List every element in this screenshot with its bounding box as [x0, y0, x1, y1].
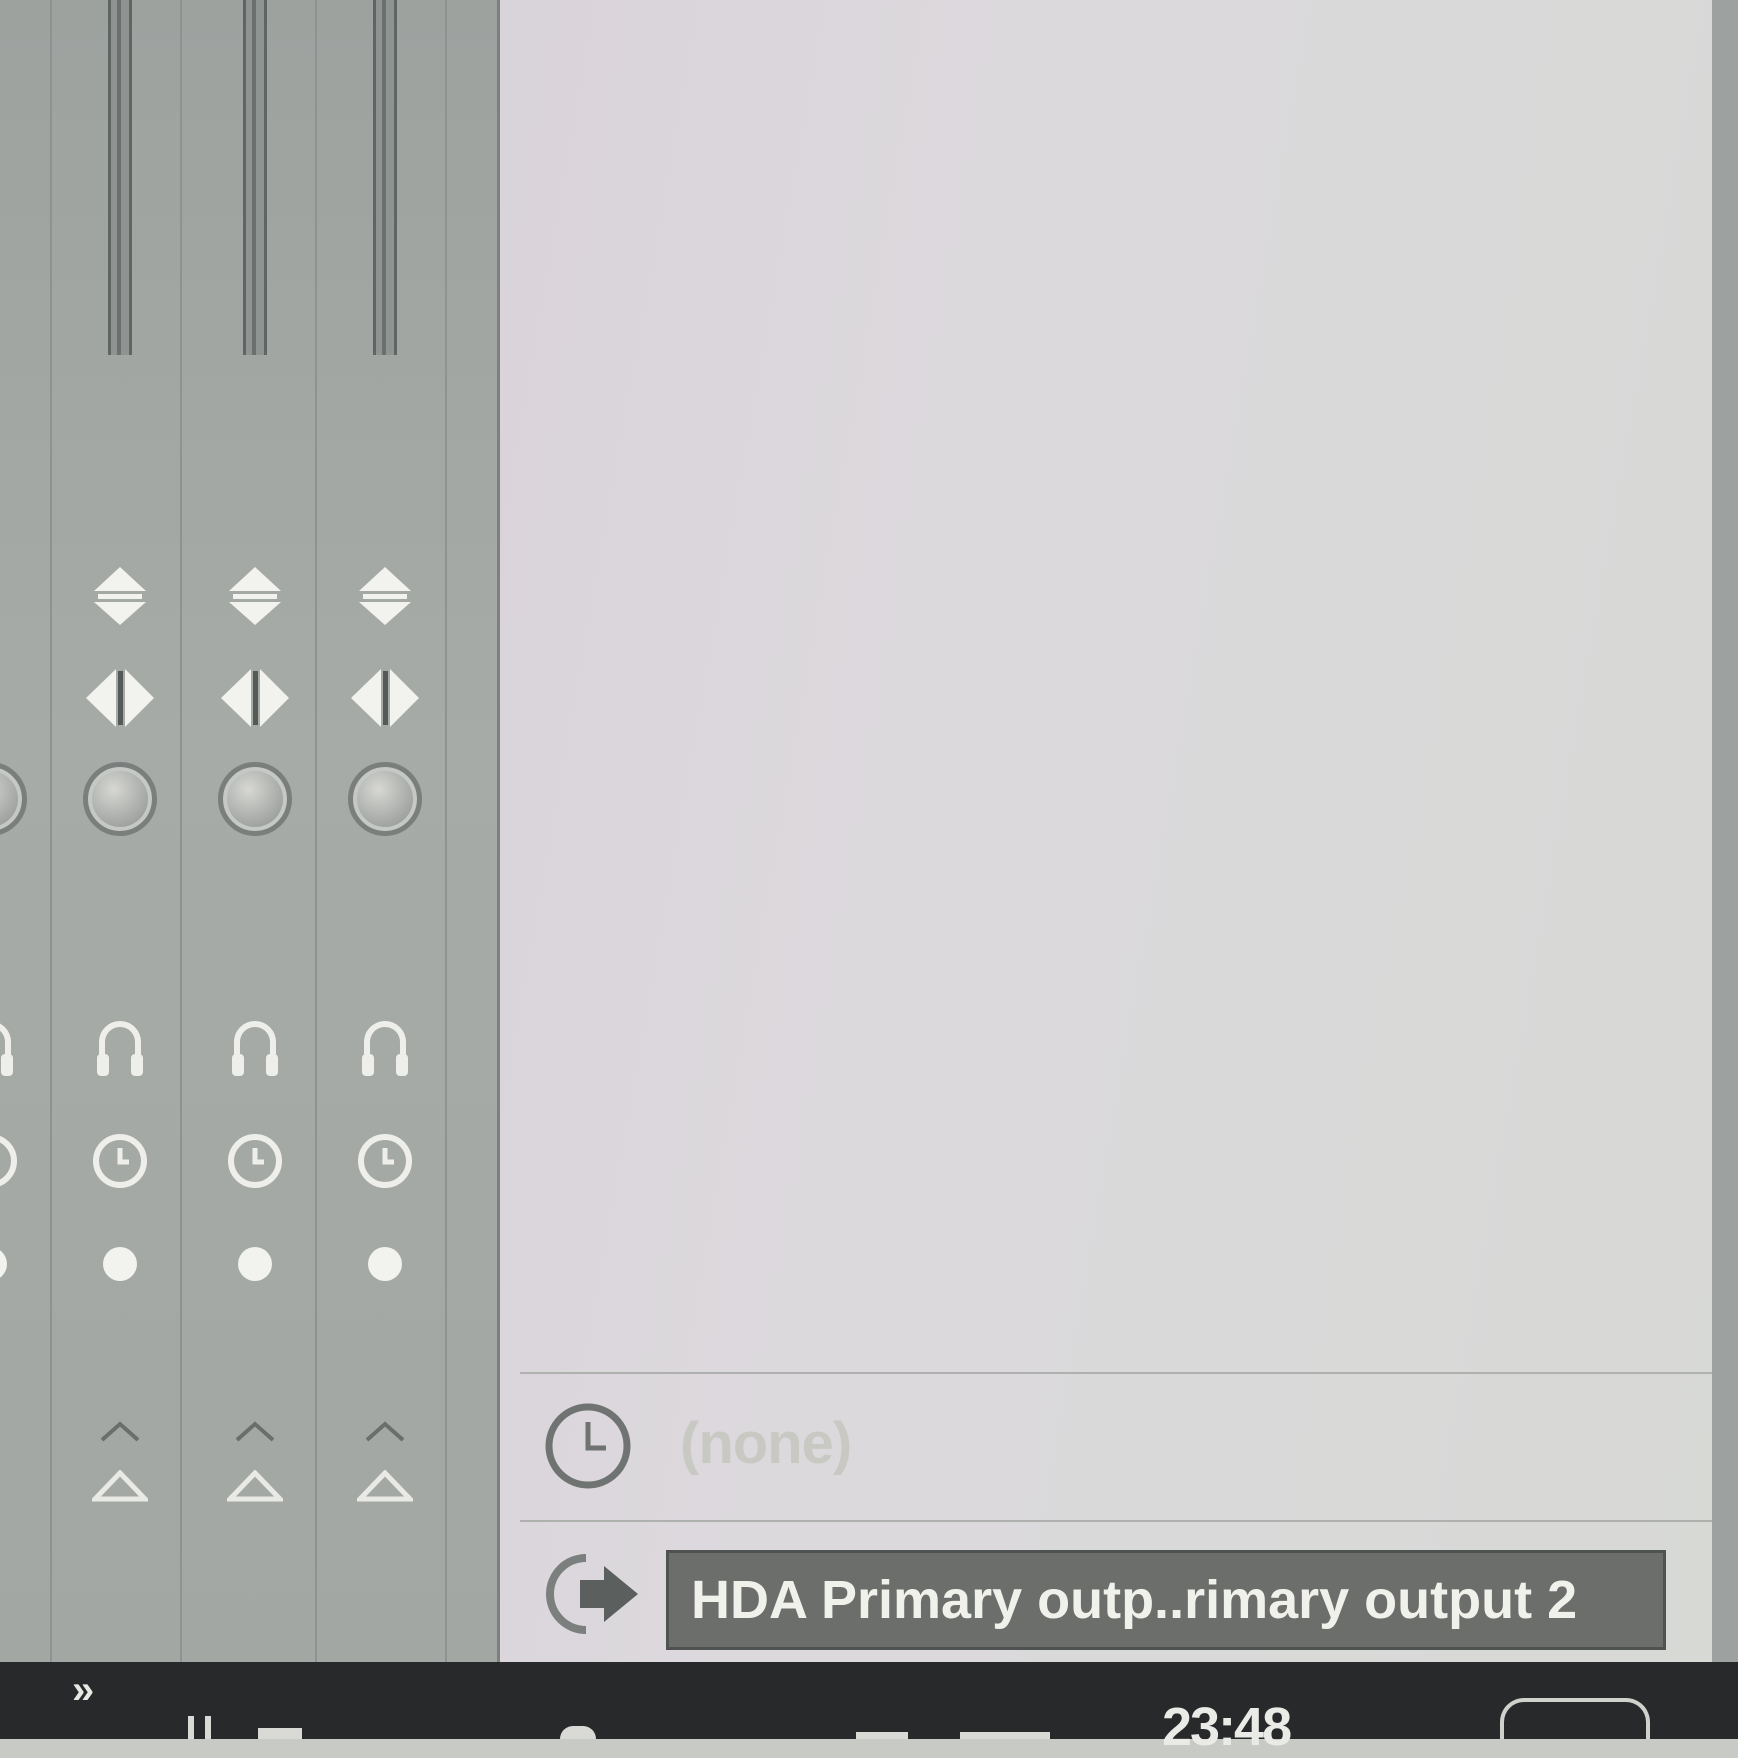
pan-knob[interactable] [348, 762, 422, 836]
taskbar-overflow-button[interactable]: » [72, 1668, 94, 1713]
headphone-icon[interactable] [229, 1016, 281, 1088]
output-icon[interactable] [542, 1548, 642, 1640]
caret-up-icon[interactable] [233, 1420, 277, 1442]
input-clock-icon[interactable] [542, 1400, 634, 1492]
headphone-icon[interactable] [94, 1016, 146, 1088]
pan-knob[interactable] [0, 762, 27, 836]
taskbar-item-icon[interactable] [560, 1726, 596, 1739]
triangle-up-icon[interactable] [92, 1470, 148, 1502]
divider [520, 1372, 1712, 1374]
up-down-arrows-icon[interactable] [355, 565, 415, 627]
up-down-arrows-icon[interactable] [90, 565, 150, 627]
headphone-icon[interactable] [0, 1016, 16, 1088]
record-dot-icon[interactable] [238, 1247, 272, 1281]
triangle-up-icon[interactable] [227, 1470, 283, 1502]
pan-knob[interactable] [83, 762, 157, 836]
left-right-arrows-icon[interactable] [349, 665, 421, 731]
volume-icon[interactable] [856, 1732, 908, 1739]
taskbar-item-icon[interactable] [188, 1716, 194, 1739]
taskbar-item-icon[interactable] [258, 1728, 302, 1739]
mixer-strip [325, 0, 447, 1662]
mixer-strip [60, 0, 182, 1662]
mixer-strip-partial [0, 0, 52, 1662]
record-dot-icon[interactable] [103, 1247, 137, 1281]
headphone-icon[interactable] [359, 1016, 411, 1088]
up-down-arrows-icon[interactable] [225, 565, 285, 627]
pan-knob[interactable] [218, 762, 292, 836]
taskbar: » 23:48 [0, 1662, 1738, 1757]
fader-track[interactable] [243, 0, 267, 355]
caret-up-icon[interactable] [363, 1420, 407, 1442]
triangle-up-icon[interactable] [357, 1470, 413, 1502]
left-right-arrows-icon[interactable] [84, 665, 156, 731]
show-desktop-button[interactable] [1500, 1698, 1650, 1739]
clock-icon[interactable] [226, 1132, 284, 1190]
clock-icon[interactable] [0, 1132, 19, 1190]
output-device-select[interactable]: HDA Primary outp..rimary output 2 [666, 1550, 1666, 1650]
caret-up-icon[interactable] [98, 1420, 142, 1442]
input-source-label[interactable]: (none) [680, 1410, 852, 1477]
fader-track[interactable] [373, 0, 397, 355]
clock-icon[interactable] [91, 1132, 149, 1190]
record-dot-icon[interactable] [0, 1247, 7, 1281]
window-border [1712, 0, 1738, 1662]
mixer-detail-panel: (none) HDA Primary outp..rimary output 2 [500, 0, 1712, 1662]
taskbar-item-icon[interactable] [205, 1716, 211, 1739]
mixer-strip [195, 0, 317, 1662]
fader-track[interactable] [108, 0, 132, 355]
taskbar-clock[interactable]: 23:48 [1162, 1696, 1292, 1758]
left-right-arrows-icon[interactable] [219, 665, 291, 731]
record-dot-icon[interactable] [368, 1247, 402, 1281]
network-icon[interactable] [960, 1732, 1050, 1739]
clock-icon[interactable] [356, 1132, 414, 1190]
divider [520, 1520, 1712, 1522]
mixer-panel [0, 0, 500, 1662]
